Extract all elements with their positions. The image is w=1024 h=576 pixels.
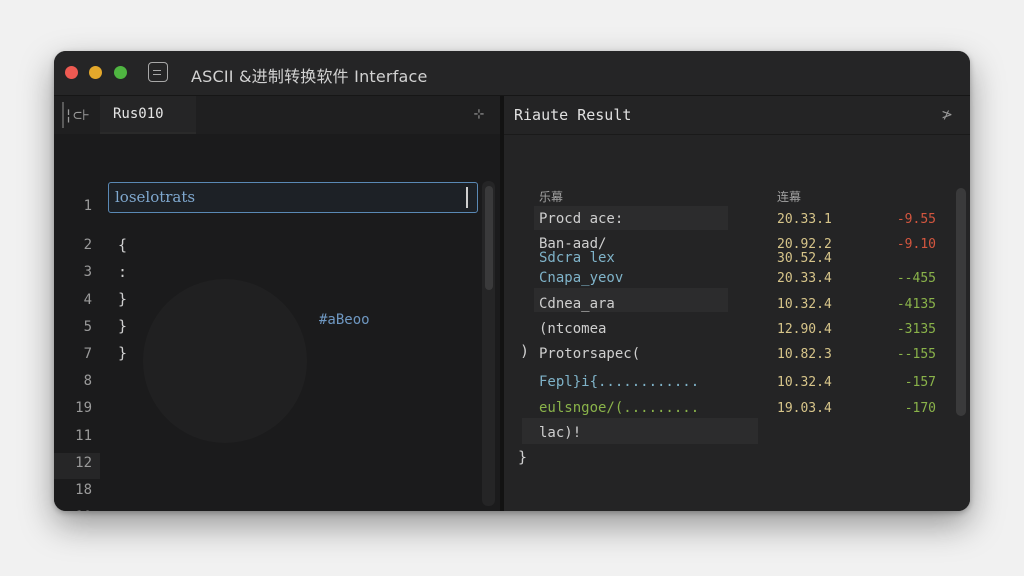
result-row-name: lac)! bbox=[539, 425, 582, 441]
app-icon bbox=[148, 62, 168, 82]
inline-annotation: #aBeoo bbox=[319, 312, 370, 328]
code-line: : bbox=[118, 263, 128, 281]
line-number: 11 bbox=[75, 428, 92, 444]
close-window-button[interactable] bbox=[65, 66, 78, 79]
collapse-sidebar-icon[interactable]: ¦⊂⊦ bbox=[62, 102, 90, 128]
result-row-value: 10.82.3 bbox=[777, 347, 832, 362]
result-row-name: Cdnea_ara bbox=[539, 296, 615, 312]
result-row-delta: --155 bbox=[896, 347, 936, 362]
result-row-delta: -170 bbox=[904, 401, 936, 416]
line-number: 19 bbox=[75, 400, 92, 416]
editor-pane: ¦⊂⊦ Rus010 ⊹ 1 2 3 4 5 7 8 19 11 12 18 1… bbox=[54, 96, 500, 511]
column-header-value: 连幕 bbox=[777, 190, 802, 204]
result-row-delta: -3135 bbox=[896, 322, 936, 337]
line-number: 1 bbox=[83, 198, 92, 214]
code-line: } bbox=[118, 290, 128, 308]
result-row-value: 19.03.4 bbox=[777, 401, 832, 416]
app-window: ASCII &进制转换软件 Interface ¦⊂⊦ Rus010 ⊹ 1 2… bbox=[54, 51, 970, 511]
title-bar: ASCII &进制转换软件 Interface bbox=[54, 51, 970, 96]
result-row-name: Fepl}i{............ bbox=[539, 374, 700, 390]
split-editor-icon[interactable]: ⊹ bbox=[468, 104, 490, 126]
result-scrollbar-thumb[interactable] bbox=[956, 188, 966, 416]
code-line: { bbox=[118, 236, 128, 254]
result-row-delta: --455 bbox=[896, 271, 936, 286]
result-row-name: eulsngoe/(......... bbox=[539, 400, 700, 416]
window-title: ASCII &进制转换软件 Interface bbox=[191, 67, 428, 86]
result-header-divider bbox=[504, 134, 970, 135]
result-row-name: Procd ace: bbox=[539, 211, 624, 227]
line-number: 7 bbox=[83, 346, 92, 362]
result-row-delta: -157 bbox=[904, 375, 936, 390]
minimize-window-button[interactable] bbox=[89, 66, 102, 79]
open-brace: ) bbox=[520, 342, 530, 360]
close-brace: } bbox=[518, 448, 528, 466]
result-row-value: 10.32.4 bbox=[777, 375, 832, 390]
line-number: 12 bbox=[75, 455, 92, 471]
result-row-name: Cnapa_yeov bbox=[539, 270, 624, 286]
editor-header: ¦⊂⊦ Rus010 ⊹ bbox=[54, 96, 500, 134]
line-number: 5 bbox=[83, 319, 92, 335]
result-row-name: Sdcra lex bbox=[539, 250, 615, 266]
result-row-delta: -4135 bbox=[896, 297, 936, 312]
zoom-window-button[interactable] bbox=[114, 66, 127, 79]
editor-tab[interactable]: Rus010 bbox=[100, 96, 196, 134]
close-panel-icon[interactable]: ≯ bbox=[938, 106, 956, 124]
line-number: 4 bbox=[83, 292, 92, 308]
result-row-value: 12.90.4 bbox=[777, 322, 832, 337]
code-line: } bbox=[118, 344, 128, 362]
code-line: } bbox=[118, 317, 128, 335]
column-header-name: 乐幕 bbox=[539, 190, 564, 204]
result-row-name: Protorsapec( bbox=[539, 346, 641, 362]
result-title: Riaute Result bbox=[514, 106, 632, 124]
editor-scrollbar-thumb[interactable] bbox=[485, 186, 493, 290]
editor-tab-label: Rus010 bbox=[113, 106, 164, 122]
result-pane: Riaute Result ≯ 乐幕 连幕 ) } Procd ace: 20.3… bbox=[504, 96, 970, 511]
line-number: 19 bbox=[54, 508, 92, 511]
text-caret bbox=[466, 187, 468, 208]
result-row-value: 20.33.1 bbox=[777, 212, 832, 227]
result-row-delta: -9.10 bbox=[896, 237, 936, 252]
result-row-name: (ntcomea bbox=[539, 321, 607, 337]
result-row-value: 10.32.4 bbox=[777, 297, 832, 312]
result-row-value: 20.33.4 bbox=[777, 271, 832, 286]
line-number: 8 bbox=[83, 373, 92, 389]
line-number: 18 bbox=[75, 482, 92, 498]
result-row-delta: -9.55 bbox=[896, 212, 936, 227]
decorative-circle bbox=[143, 279, 307, 443]
line-number: 3 bbox=[83, 264, 92, 280]
editor-input-field[interactable]: loselotrats bbox=[108, 182, 478, 213]
line-number-gutter: 1 2 3 4 5 7 8 19 11 12 18 19 10 bbox=[54, 134, 100, 511]
result-row-value: 30.52.4 bbox=[777, 251, 832, 266]
line-number: 2 bbox=[83, 237, 92, 253]
